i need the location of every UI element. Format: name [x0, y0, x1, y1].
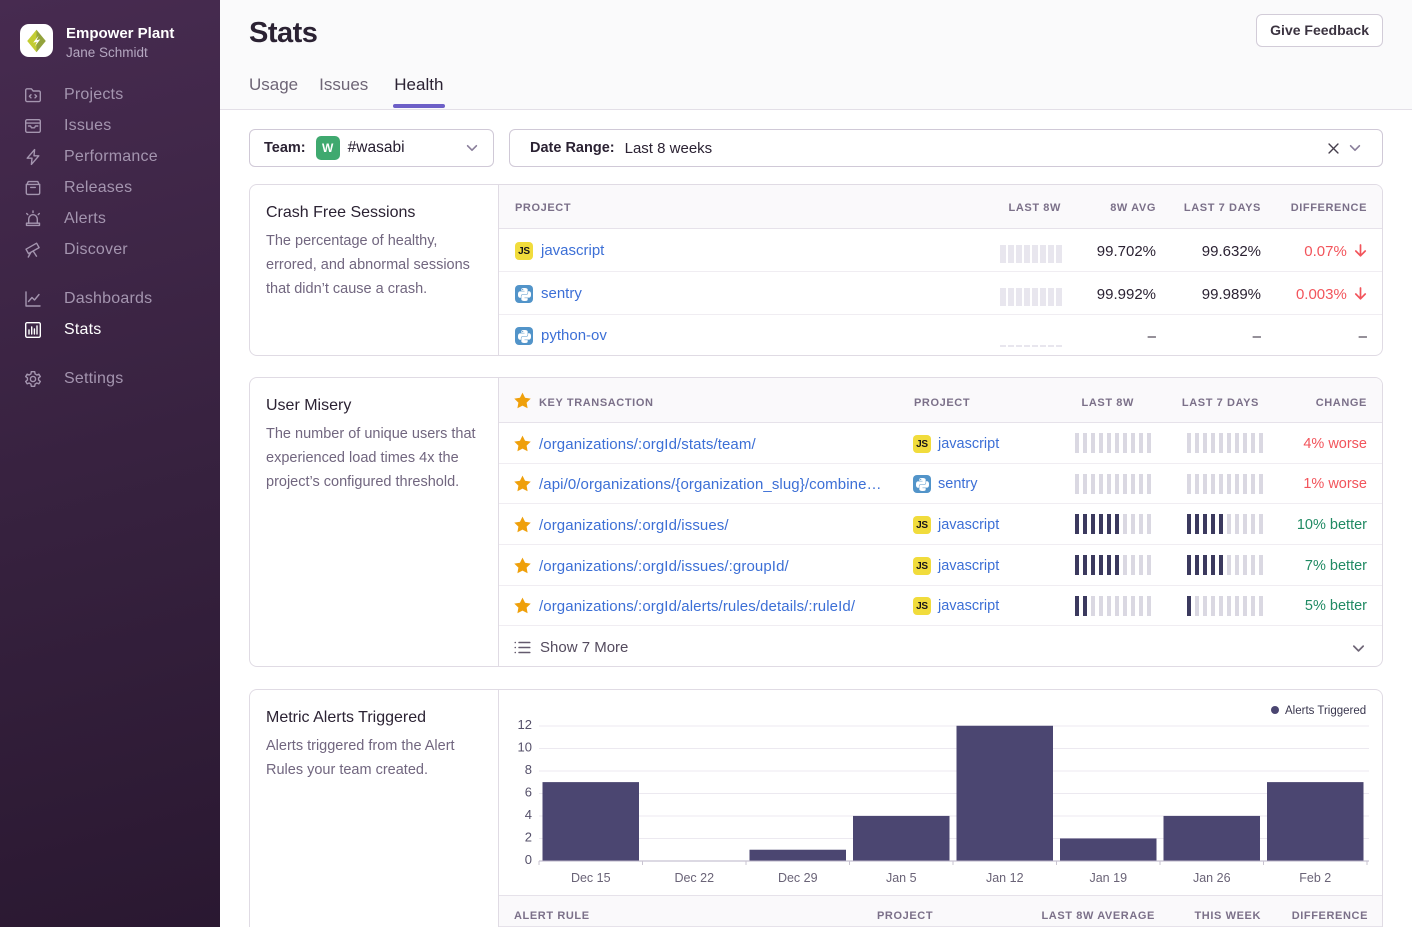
svg-text:Jan 26: Jan 26: [1193, 871, 1231, 885]
svg-text:6: 6: [525, 784, 532, 799]
svg-text:0: 0: [525, 852, 532, 867]
svg-text:8: 8: [525, 762, 532, 777]
svg-text:Feb 2: Feb 2: [1299, 871, 1331, 885]
svg-text:Jan 12: Jan 12: [986, 871, 1024, 885]
svg-text:4: 4: [525, 807, 532, 822]
svg-text:12: 12: [518, 717, 532, 732]
svg-text:Dec 29: Dec 29: [778, 871, 818, 885]
svg-text:Jan 19: Jan 19: [1089, 871, 1127, 885]
svg-text:Jan 5: Jan 5: [886, 871, 917, 885]
svg-text:Alerts Triggered: Alerts Triggered: [1285, 705, 1366, 717]
svg-text:Dec 22: Dec 22: [674, 871, 714, 885]
svg-text:2: 2: [525, 829, 532, 844]
svg-text:10: 10: [518, 739, 532, 754]
svg-text:Dec 15: Dec 15: [571, 871, 611, 885]
